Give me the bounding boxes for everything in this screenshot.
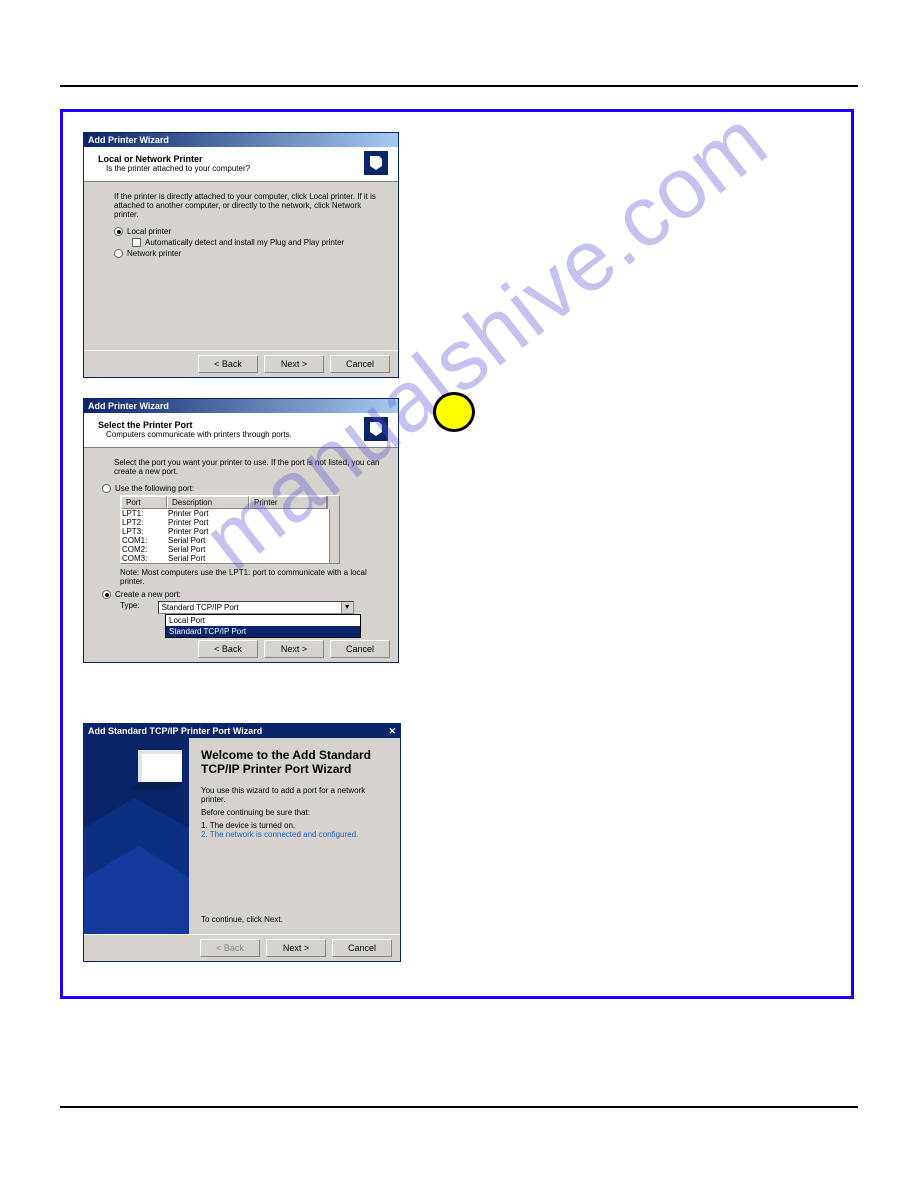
cell-port: LPT2:	[122, 518, 168, 527]
radio-icon	[102, 590, 111, 599]
chevron-down-icon: ▾	[341, 602, 353, 613]
cell-desc: Printer Port	[168, 509, 250, 518]
dialog-tcpip-wizard: Add Standard TCP/IP Printer Port Wizard …	[83, 723, 401, 962]
th-printer: Printer	[249, 496, 327, 509]
port-table[interactable]: Port Description Printer LPT1:Printer Po…	[120, 495, 340, 564]
radio-local-printer[interactable]: Local printer	[114, 227, 380, 236]
dialog-select-port: Add Printer Wizard Select the Printer Po…	[83, 398, 399, 663]
heading: Local or Network Printer	[98, 154, 203, 164]
radio-icon	[102, 484, 111, 493]
radio-label: Use the following port:	[115, 484, 194, 493]
wizard-intro: You use this wizard to add a port for a …	[201, 786, 388, 804]
next-button[interactable]: Next >	[264, 640, 324, 658]
back-button[interactable]: < Back	[198, 355, 258, 373]
info-text: If the printer is directly attached to y…	[114, 192, 380, 219]
info-text: Select the port you want your printer to…	[114, 458, 380, 476]
table-row[interactable]: COM2:Serial Port	[121, 545, 329, 554]
radio-create-port[interactable]: Create a new port:	[102, 590, 380, 599]
wizard-content: Welcome to the Add StandardTCP/IP Printe…	[189, 738, 400, 934]
radio-label: Create a new port:	[115, 590, 181, 599]
cell-printer	[250, 554, 328, 563]
dialog-body: Select the port you want your printer to…	[84, 448, 398, 640]
combo-option-local[interactable]: Local Port	[166, 615, 360, 626]
button-row: < Back Next > Cancel	[84, 640, 398, 662]
combo-option-tcpip[interactable]: Standard TCP/IP Port	[166, 626, 360, 637]
checkbox-label: Automatically detect and install my Plug…	[145, 238, 344, 247]
window-title: Add Standard TCP/IP Printer Port Wizard	[88, 725, 262, 737]
next-button[interactable]: Next >	[264, 355, 324, 373]
combobox-dropdown[interactable]: Local Port Standard TCP/IP Port	[165, 614, 361, 638]
cell-port: COM2:	[122, 545, 168, 554]
port-type-combobox[interactable]: Standard TCP/IP Port ▾	[158, 601, 354, 614]
cell-desc: Serial Port	[168, 554, 250, 563]
title-bar: Add Printer Wizard	[84, 399, 398, 413]
dialog-header: Local or Network Printer Is the printer …	[84, 147, 398, 182]
wizard-heading: Welcome to the Add StandardTCP/IP Printe…	[201, 748, 388, 776]
checkbox-autodetect[interactable]: Automatically detect and install my Plug…	[114, 238, 380, 247]
cell-port: LPT1:	[122, 509, 168, 518]
cell-port: COM3:	[122, 554, 168, 563]
cell-desc: Serial Port	[168, 536, 250, 545]
checkbox-icon	[132, 238, 141, 247]
note-text: Note: Most computers use the LPT1: port …	[120, 568, 380, 586]
blue-frame: Add Printer Wizard Local or Network Prin…	[60, 109, 854, 999]
printer-icon	[364, 151, 388, 175]
scrollbar[interactable]	[329, 509, 339, 563]
cancel-button[interactable]: Cancel	[332, 939, 392, 957]
cell-desc: Printer Port	[168, 527, 250, 536]
back-button: < Back	[200, 939, 260, 957]
wizard-item1: 1. The device is turned on.	[201, 821, 388, 830]
wizard-continue: To continue, click Next.	[201, 915, 283, 924]
cell-desc: Printer Port	[168, 518, 250, 527]
wizard-before: Before continuing be sure that:	[201, 808, 388, 817]
title-bar: Add Standard TCP/IP Printer Port Wizard …	[84, 724, 400, 738]
header-rule	[60, 85, 858, 87]
heading: Select the Printer Port	[98, 420, 193, 430]
cell-port: LPT3:	[122, 527, 168, 536]
next-button[interactable]: Next >	[266, 939, 326, 957]
cancel-button[interactable]: Cancel	[330, 355, 390, 373]
cell-printer	[250, 509, 328, 518]
cell-port: COM1:	[122, 536, 168, 545]
cell-printer	[250, 518, 328, 527]
subheading: Computers communicate with printers thro…	[98, 430, 292, 439]
radio-label: Network printer	[127, 249, 181, 258]
table-row[interactable]: COM3:Serial Port	[121, 554, 329, 563]
subheading: Is the printer attached to your computer…	[98, 164, 250, 173]
table-row[interactable]: LPT1:Printer Port	[121, 509, 329, 518]
radio-label: Local printer	[127, 227, 171, 236]
scrollbar[interactable]	[327, 496, 339, 509]
dialog-local-network: Add Printer Wizard Local or Network Prin…	[83, 132, 399, 378]
footer-rule	[60, 1106, 858, 1108]
back-button[interactable]: < Back	[198, 640, 258, 658]
table-row[interactable]: COM1:Serial Port	[121, 536, 329, 545]
radio-icon	[114, 227, 123, 236]
type-label: Type:	[120, 601, 140, 610]
printer-icon	[364, 417, 388, 441]
table-row[interactable]: LPT2:Printer Port	[121, 518, 329, 527]
button-row: < Back Next > Cancel	[84, 350, 398, 377]
radio-icon	[114, 249, 123, 258]
th-description: Description	[167, 496, 249, 509]
cell-desc: Serial Port	[168, 545, 250, 554]
button-row: < Back Next > Cancel	[84, 934, 400, 961]
cell-printer	[250, 527, 328, 536]
cell-printer	[250, 536, 328, 545]
title-bar: Add Printer Wizard	[84, 133, 398, 147]
wizard-banner	[84, 738, 189, 934]
dialog-header: Select the Printer Port Computers commun…	[84, 413, 398, 448]
dialog-body: If the printer is directly attached to y…	[84, 182, 398, 350]
window-title: Add Printer Wizard	[88, 400, 169, 412]
window-title: Add Printer Wizard	[88, 134, 169, 146]
yellow-callout-circle	[433, 392, 475, 432]
close-icon[interactable]: ✕	[388, 725, 396, 737]
radio-network-printer[interactable]: Network printer	[114, 249, 380, 258]
table-row[interactable]: LPT3:Printer Port	[121, 527, 329, 536]
combo-value: Standard TCP/IP Port	[162, 603, 239, 612]
radio-use-port[interactable]: Use the following port:	[102, 484, 380, 493]
wizard-item2: 2. The network is connected and configur…	[201, 830, 388, 839]
cancel-button[interactable]: Cancel	[330, 640, 390, 658]
cell-printer	[250, 545, 328, 554]
th-port: Port	[121, 496, 167, 509]
